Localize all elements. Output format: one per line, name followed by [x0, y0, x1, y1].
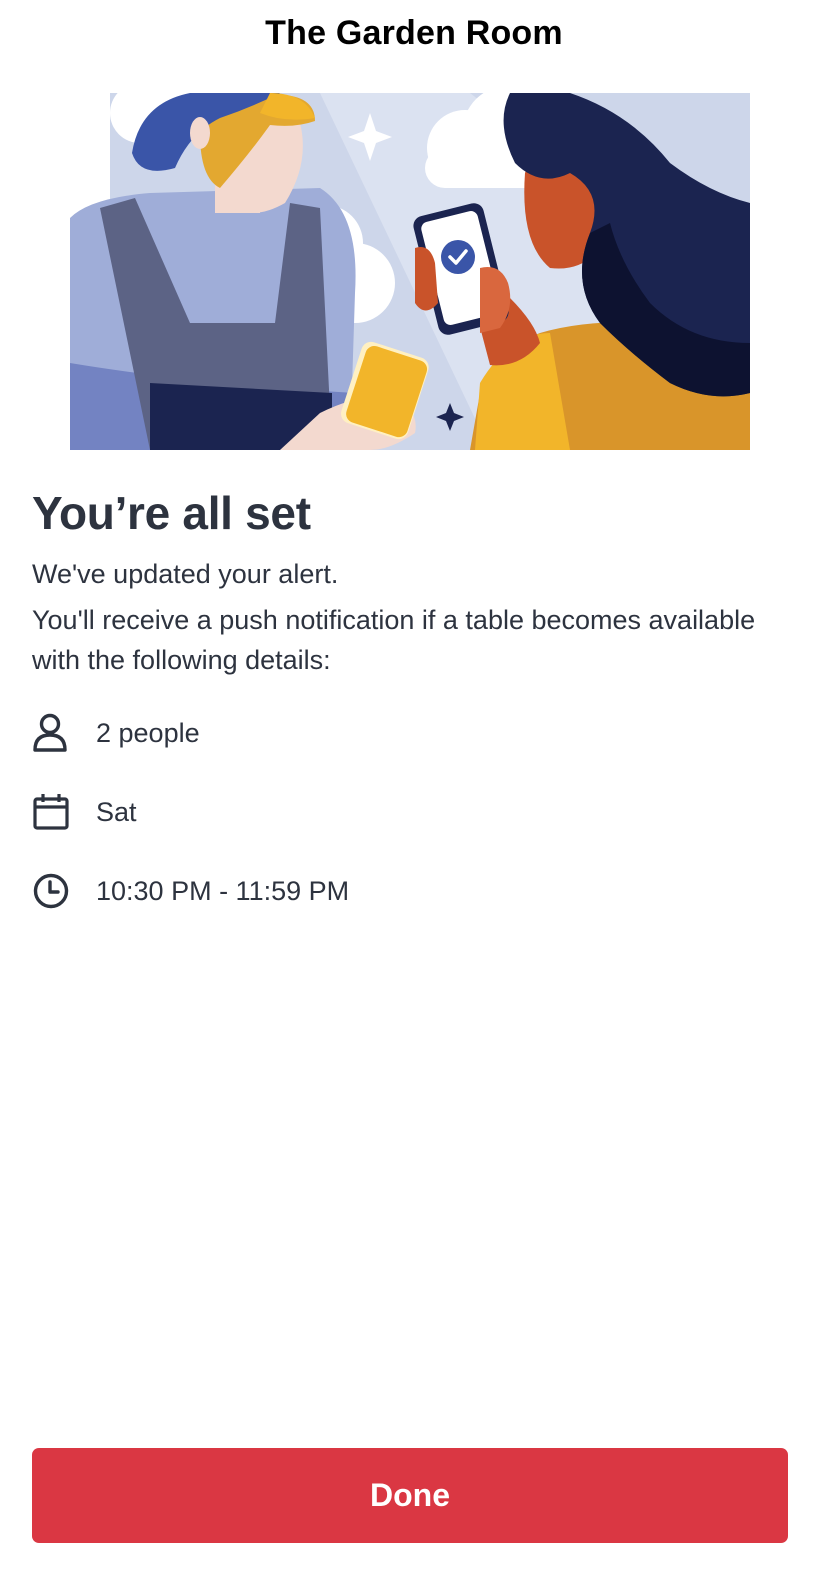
hero-illustration — [70, 93, 750, 450]
done-button[interactable]: Done — [32, 1448, 788, 1543]
person-icon — [32, 711, 78, 755]
page-title: The Garden Room — [265, 14, 563, 52]
time-range-text: 10:30 PM - 11:59 PM — [96, 875, 350, 906]
date-text: Sat — [96, 796, 137, 827]
clock-icon — [32, 869, 78, 913]
confirmation-headline: You’re all set — [32, 487, 311, 539]
notification-message: You'll receive a push notification if a … — [32, 605, 756, 675]
calendar-icon — [32, 790, 78, 834]
detail-party-size: 2 people — [32, 711, 200, 755]
detail-date: Sat — [32, 790, 137, 834]
detail-time: 10:30 PM - 11:59 PM — [32, 869, 349, 913]
party-size-text: 2 people — [96, 717, 200, 748]
update-message: We've updated your alert. — [32, 559, 339, 589]
